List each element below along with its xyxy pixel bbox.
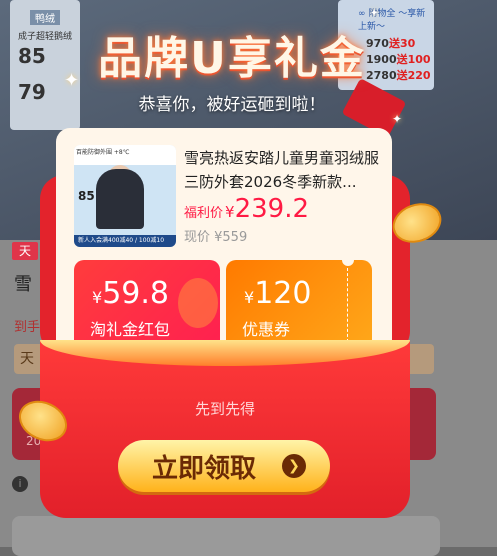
coupon-name: 优惠券 <box>242 320 291 339</box>
red-envelope-modal: 品牌U享礼金 恭喜你，被好运砸到啦！ ✦ ✦ ✦ 百能防御外围 +8℃ 85 新… <box>0 0 497 547</box>
claim-button-label: 立即领取 <box>152 454 257 484</box>
welfare-price: 福利价 ¥239.2 <box>184 194 309 224</box>
discount-coupon[interactable]: ¥120 优惠券 <box>226 260 372 350</box>
coupon-amount: ¥120 <box>244 276 312 311</box>
first-come-text: 先到先得 <box>194 400 255 418</box>
product-image-footer: 新人入会满400减40 / 100减10 <box>74 235 176 247</box>
product-image-jacket <box>96 169 144 229</box>
claim-now-button[interactable]: 立即领取 ❯ <box>118 440 330 492</box>
price-label: 福利价 <box>184 206 224 221</box>
chevron-right-icon: ❯ <box>282 454 306 478</box>
taolijin-coupon[interactable]: ¥59.8 淘礼金红包 <box>74 260 220 350</box>
coupon-notch <box>342 260 354 266</box>
sparkle-icon: ✦ <box>392 112 403 126</box>
product-image-header: 百能防御外围 +8℃ <box>74 145 176 165</box>
price-currency: ¥ <box>225 203 235 221</box>
modal-title: 品牌U享礼金 <box>98 33 366 84</box>
coupon-amount: ¥59.8 <box>92 276 169 311</box>
sparkle-icon: ✦ <box>370 8 379 19</box>
modal-subtitle: 恭喜你，被好运砸到啦！ <box>138 95 326 115</box>
coupon-decoration <box>178 278 218 328</box>
coupon-name: 淘礼金红包 <box>90 320 171 339</box>
product-image-number: 85 <box>78 189 95 203</box>
sparkle-icon: ✦ <box>64 70 80 91</box>
coupon-divider <box>347 268 348 342</box>
product-title[interactable]: 雪亮热返安踏儿童男童羽绒服三防外套2026冬季新款... <box>184 146 380 194</box>
product-image[interactable]: 百能防御外围 +8℃ 85 新人入会满400减40 / 100减10 <box>74 145 176 247</box>
original-price: 现价 ¥559 <box>184 230 248 245</box>
price-value: 239.2 <box>234 194 309 224</box>
